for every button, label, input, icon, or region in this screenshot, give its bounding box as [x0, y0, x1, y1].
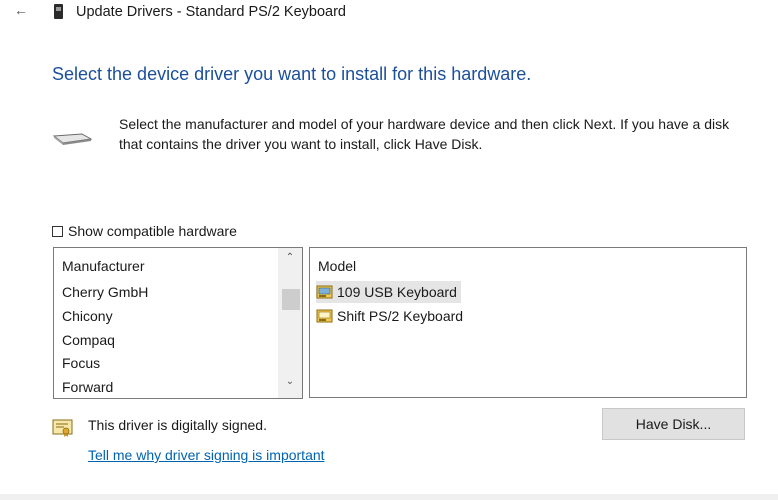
scroll-down-icon[interactable]: ⌄ [278, 376, 302, 387]
model-item-label: Shift PS/2 Keyboard [337, 308, 464, 324]
model-item-selected[interactable]: 109 USB Keyboard [316, 281, 461, 303]
back-arrow-icon[interactable]: ← [14, 2, 28, 18]
manufacturer-header: Manufacturer [62, 258, 145, 274]
manufacturer-list[interactable]: Manufacturer Cherry GmbH Chicony Compaq … [53, 247, 303, 399]
keyboard-device-icon [54, 4, 63, 19]
have-disk-button[interactable]: Have Disk... [602, 408, 745, 440]
model-item-label: 109 USB Keyboard [337, 284, 457, 300]
checkbox-box[interactable] [52, 225, 63, 237]
signed-status-text: This driver is digitally signed. [88, 417, 267, 433]
scroll-thumb[interactable] [282, 289, 300, 310]
keyboard-icon [52, 133, 92, 145]
model-list[interactable]: Model 109 USB Keyboard Shift PS/2 Keyboa… [309, 247, 747, 398]
instructions-text: Select the manufacturer and model of you… [119, 116, 730, 152]
scroll-up-icon[interactable]: ⌃ [278, 252, 302, 263]
driver-signing-link[interactable]: Tell me why driver signing is important [88, 447, 325, 463]
manufacturer-item[interactable]: Forward [62, 379, 113, 395]
model-header: Model [318, 258, 357, 274]
manufacturer-item[interactable]: Focus [62, 355, 100, 371]
show-compatible-hardware-checkbox[interactable]: Show compatible hardware [52, 222, 237, 240]
page-heading: Select the device driver you want to ins… [52, 64, 532, 84]
title-bar: ← Update Drivers - Standard PS/2 Keyboar… [0, 0, 778, 26]
driver-package-icon [316, 285, 333, 299]
model-item[interactable]: Shift PS/2 Keyboard [316, 305, 467, 327]
certificate-icon [52, 419, 73, 437]
checkbox-label: Show compatible hardware [68, 223, 237, 239]
driver-package-icon [316, 309, 333, 323]
footer-bar [0, 494, 778, 500]
manufacturer-item[interactable]: Compaq [62, 332, 115, 348]
manufacturer-item[interactable]: Chicony [62, 308, 113, 324]
manufacturer-item[interactable]: Cherry GmbH [62, 284, 148, 300]
manufacturer-scrollbar[interactable]: ⌃ ⌄ [278, 248, 302, 398]
window-title: Update Drivers - Standard PS/2 Keyboard [76, 4, 346, 20]
